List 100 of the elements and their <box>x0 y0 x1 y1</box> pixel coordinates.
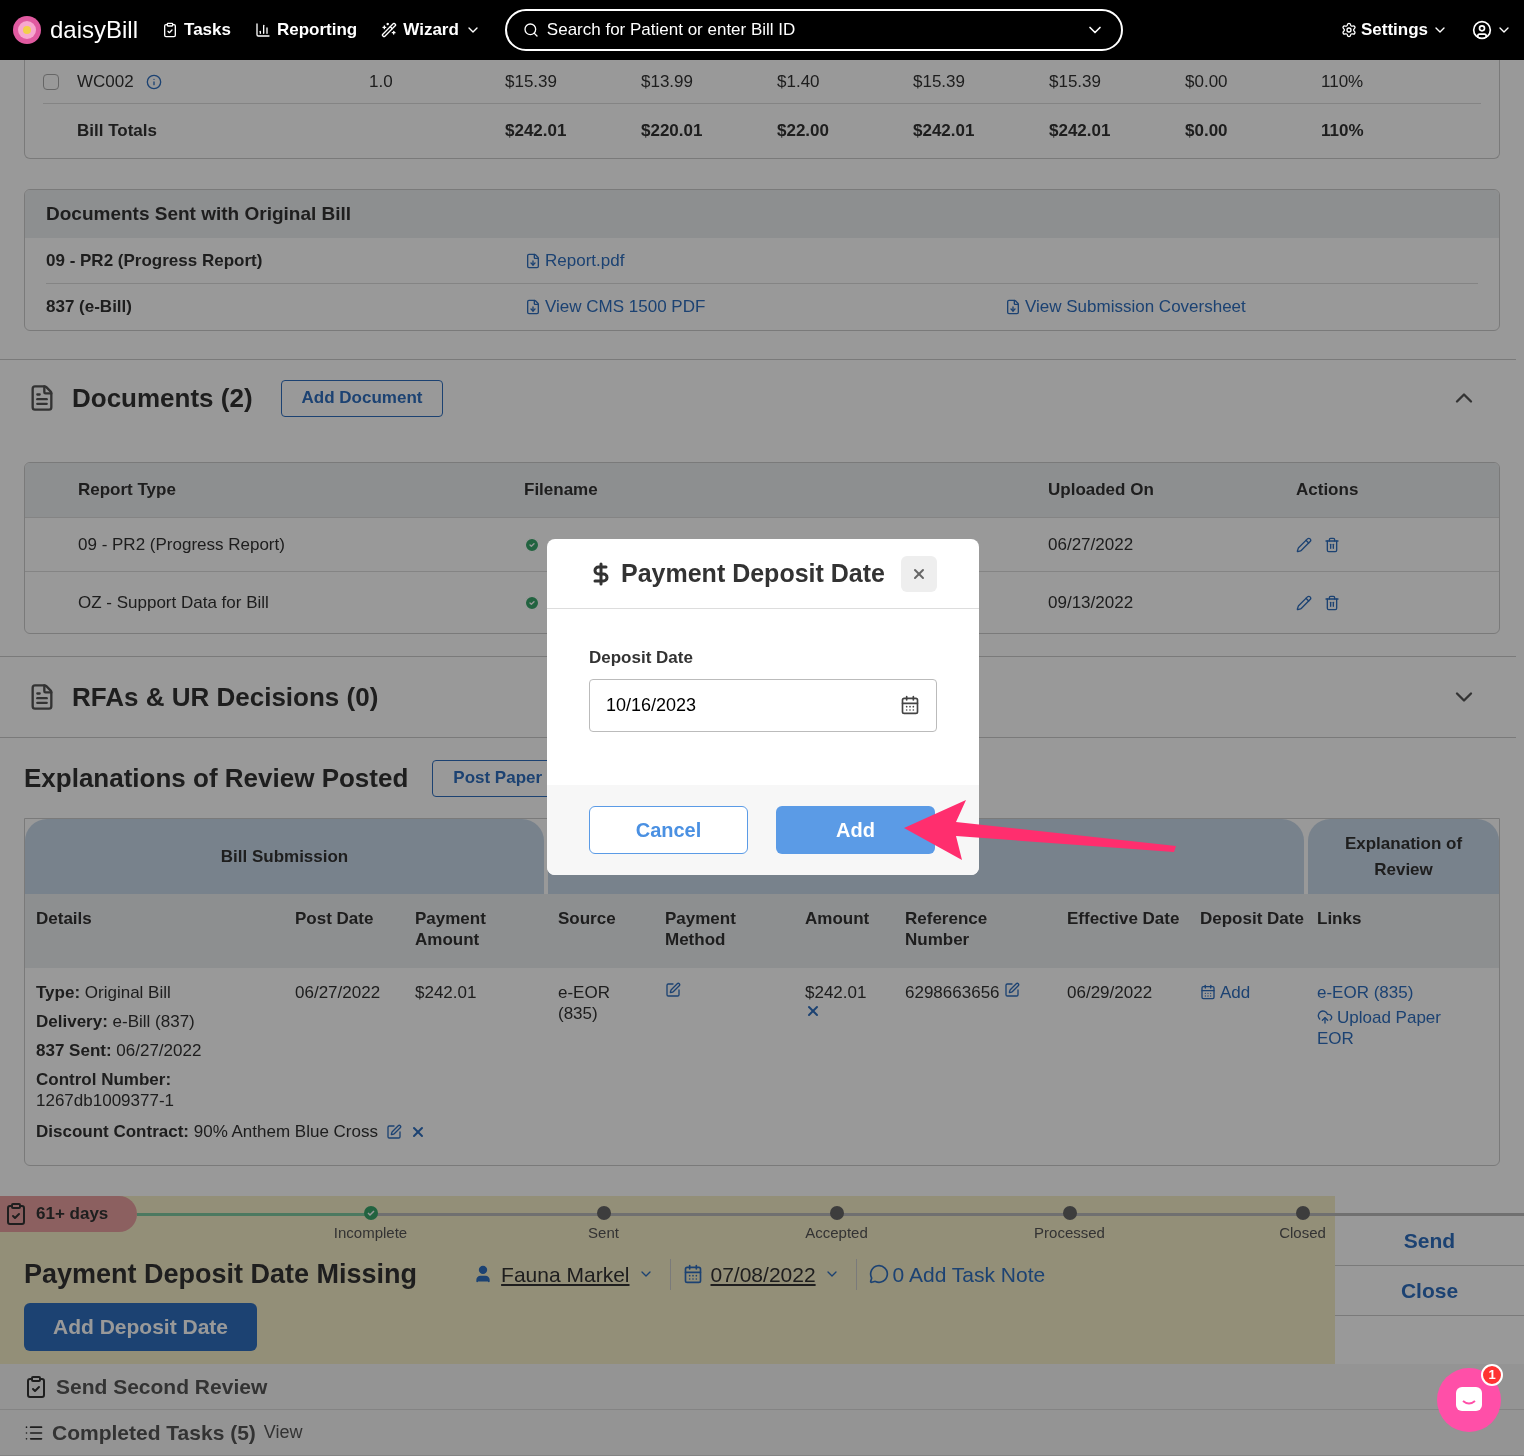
detail-line: 837 Sent: 06/27/2022 <box>36 1040 203 1061</box>
search-field[interactable]: Search for Patient or enter Bill ID <box>546 17 1077 43</box>
edit-icon[interactable] <box>1296 536 1312 553</box>
table-cell: 6298663656 <box>905 982 1000 1003</box>
nav-item[interactable]: Wizard <box>381 17 481 43</box>
table-cell-text: e-EOR (835) <box>558 982 611 1025</box>
table-cell-text: OZ - Support Data for Bill <box>78 591 270 614</box>
table-cell-text: 110% <box>1321 120 1365 143</box>
detail-line: Type: Original Bill <box>36 982 172 1003</box>
column-header: Details <box>36 908 93 930</box>
calendar-icon <box>900 695 920 715</box>
table-cell-text: $15.39 <box>913 70 966 93</box>
view-link[interactable]: View <box>263 1419 303 1446</box>
table-cell-text: $242.01 <box>415 982 478 1004</box>
flower-logo-icon <box>12 15 42 45</box>
clipboard-icon <box>162 22 179 38</box>
column-header: Source <box>558 908 617 930</box>
pdf-file-icon <box>525 252 541 269</box>
calendar-icon <box>682 1264 703 1285</box>
clipboard-icon <box>24 1374 48 1399</box>
settings-icon <box>1340 22 1357 38</box>
table-cell-text: WC002 <box>77 70 134 93</box>
edit-icon[interactable] <box>386 1123 402 1140</box>
step-label: Sent <box>588 1223 619 1243</box>
detail-line: Discount Contract: 90% Anthem Blue Cross <box>36 1121 378 1143</box>
clipboard-icon <box>4 1202 28 1226</box>
table-cell-text: 06/27/2022 <box>1048 533 1135 556</box>
table-cell-text: 09 - PR2 (Progress Report) <box>78 533 286 556</box>
column-header: Actions <box>1296 479 1360 502</box>
due-date-dropdown[interactable]: 07/08/2022 <box>682 1258 857 1290</box>
column-header: Amount <box>805 908 871 930</box>
column-header: Post Date <box>295 908 375 930</box>
table-cell-text: $22.00 <box>777 120 830 143</box>
task-row-label[interactable]: Completed Tasks (5) <box>52 1416 256 1449</box>
date-picker[interactable]: 10/16/2023 <box>589 678 937 732</box>
document-link[interactable]: View Submission Coversheet <box>1005 294 1478 320</box>
trash-icon[interactable] <box>1324 536 1340 553</box>
row-checkbox[interactable] <box>43 73 59 90</box>
date-field[interactable]: 10/16/2023 <box>606 691 900 719</box>
nav-item[interactable]: Tasks <box>162 17 231 43</box>
document-link[interactable]: Report.pdf <box>525 247 1005 274</box>
assignee-dropdown[interactable]: Fauna Markel <box>473 1258 671 1290</box>
settings-menu[interactable]: Settings <box>1340 17 1448 43</box>
bar-chart-icon <box>255 22 271 38</box>
detail-line: Control Number: 1267db1009377-1 <box>36 1069 176 1111</box>
column-header: Links <box>1317 908 1363 930</box>
step-label: Processed <box>1034 1223 1105 1243</box>
table-cell-text: $0.00 <box>1185 120 1229 143</box>
column-header: Reference Number <box>905 908 989 951</box>
table-cell-text: $15.39 <box>1049 70 1102 93</box>
table-cell-text: $15.39 <box>505 70 558 93</box>
wand-icon <box>381 22 398 38</box>
group-header: Explanation of Review <box>1308 819 1499 894</box>
edit-icon[interactable] <box>1296 594 1312 611</box>
table-cell-text: 06/29/2022 <box>1067 982 1154 1004</box>
table-cell-text: 06/27/2022 <box>295 982 382 1004</box>
logo-text[interactable]: daisyBill <box>50 12 139 48</box>
detail-line: Delivery: e-Bill (837) <box>36 1011 196 1032</box>
column-header: Payment Amount <box>415 908 487 951</box>
check-circle-icon <box>524 594 540 611</box>
edit-icon[interactable] <box>1003 982 1020 998</box>
upload-link[interactable]: Upload Paper EOR <box>1317 1007 1499 1049</box>
search-bar[interactable]: Search for Patient or enter Bill ID <box>504 9 1123 51</box>
add-deposit-link[interactable]: Add <box>1200 982 1317 1003</box>
table-cell-text: $242.01 <box>913 120 976 143</box>
modal-title: Payment Deposit Date <box>621 557 885 589</box>
add-deposit-date-button[interactable]: Add Deposit Date <box>24 1303 257 1351</box>
close-button[interactable] <box>901 555 937 592</box>
task-note-link[interactable]: 0 Add Task Note <box>868 1258 1046 1290</box>
step-label: Closed <box>1279 1223 1326 1243</box>
info-icon[interactable] <box>145 73 162 90</box>
eor-link[interactable]: e-EOR (835) <box>1317 982 1499 1003</box>
group-header: Bill Submission <box>25 819 544 894</box>
table-cell-text: $13.99 <box>641 70 694 93</box>
nav-item[interactable]: Reporting <box>255 17 358 43</box>
check-circle-icon <box>524 536 540 553</box>
task-action-button[interactable]: Close <box>1335 1266 1524 1316</box>
column-header: Report Type <box>78 479 177 502</box>
table-cell-text: 09/13/2022 <box>1048 591 1135 614</box>
task-action-button[interactable]: Send <box>1335 1216 1524 1266</box>
table-cell-text: $220.01 <box>641 120 704 143</box>
column-header: Filename <box>524 479 599 502</box>
table-cell-text: $0.00 <box>1185 70 1229 93</box>
add-button[interactable]: Add <box>776 806 935 854</box>
task-row-label[interactable]: Send Second Review <box>56 1370 268 1403</box>
edit-icon[interactable] <box>665 982 681 998</box>
task-title: Payment Deposit Date Missing <box>24 1258 418 1291</box>
section-title: RFAs & UR Decisions (0) <box>72 680 379 714</box>
trash-icon[interactable] <box>1324 594 1340 611</box>
field-label: Deposit Date <box>589 647 694 669</box>
remove-icon[interactable] <box>805 1003 821 1019</box>
column-header: Payment Method <box>665 908 737 951</box>
calendar-icon <box>1200 984 1216 1000</box>
cloud-upload-icon <box>1317 1009 1333 1025</box>
document-link[interactable]: View CMS 1500 PDF <box>525 294 1005 320</box>
table-cell-text: $242.01 <box>505 120 568 143</box>
pdf-file-icon <box>1005 299 1021 315</box>
document-label: 09 - PR2 (Progress Report) <box>46 249 264 272</box>
cancel-button[interactable]: Cancel <box>589 806 748 854</box>
add-document-button[interactable]: Add Document <box>280 379 444 417</box>
